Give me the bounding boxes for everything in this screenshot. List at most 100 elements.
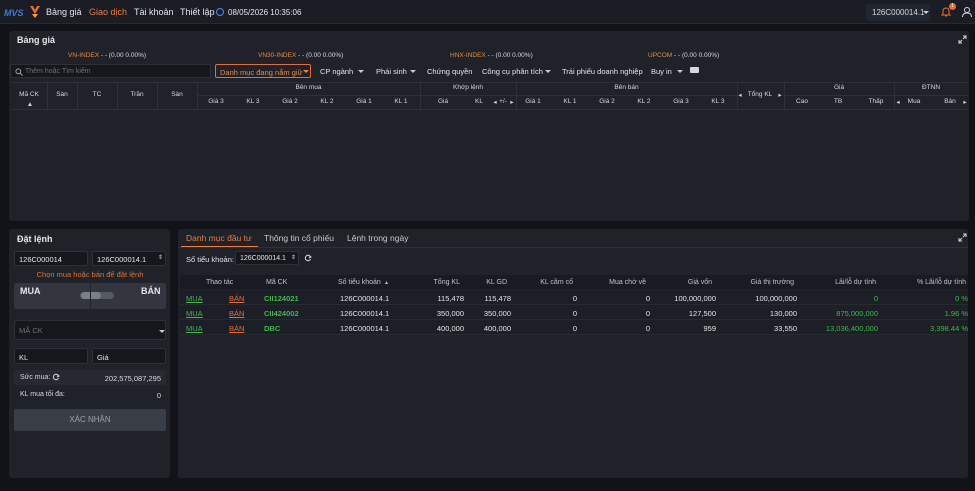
holdings-filter-label: Danh mục đang nắm giữ xyxy=(220,68,303,77)
row-market-price: 100,000,000 xyxy=(755,294,797,303)
row-pledged-qty: 0 xyxy=(572,324,577,333)
refresh-icon[interactable] xyxy=(52,373,60,381)
row-tradable-qty: 115,478 xyxy=(484,294,511,303)
quantity-placeholder: KL xyxy=(19,353,29,362)
clock-icon xyxy=(216,8,224,16)
col-kl-gd: KL GD xyxy=(486,279,507,286)
col-gia1-buy: Giá 1 xyxy=(356,98,372,105)
expand-icon[interactable] xyxy=(958,35,967,44)
notification-badge: 1 xyxy=(949,3,956,10)
filter-cp-nganh[interactable]: CP ngành xyxy=(320,67,353,76)
search-placeholder: Thêm hoặc Tìm kiếm xyxy=(25,68,91,75)
chevron-down-icon xyxy=(545,70,551,73)
row-buy-link[interactable]: MUA xyxy=(186,309,203,318)
arrow-left-icon[interactable]: ◂ xyxy=(737,91,743,99)
chevron-down-icon xyxy=(923,11,929,14)
tab-danh-muc[interactable]: Danh mục đầu tư xyxy=(186,233,252,243)
price-input[interactable]: Giá xyxy=(92,348,166,364)
sub-account-value: 126C000014.1 xyxy=(97,255,147,264)
arrow-left-icon[interactable]: ◂ xyxy=(895,98,901,106)
search-icon xyxy=(15,68,23,76)
col-tong-kl: Tổng KL xyxy=(433,279,460,286)
sell-label: BÁN xyxy=(141,286,161,296)
row-cost-price: 100,000,000 xyxy=(674,294,716,303)
row-total-qty: 400,000 xyxy=(436,324,464,333)
col-kl-match: KL xyxy=(475,98,483,105)
quantity-input[interactable]: KL xyxy=(14,348,88,364)
filter-buy-in[interactable]: Buy in xyxy=(651,67,672,76)
col-kl3-buy: KL 3 xyxy=(246,98,260,105)
account-selector[interactable]: 126C000014.1 xyxy=(866,4,930,21)
index-vn30: VN30-INDEX - - (0.00 0.00%) xyxy=(258,52,344,59)
col-lai-lo: Lãi/lỗ dự tính xyxy=(835,279,876,286)
row-pnl-pct: 0 % xyxy=(955,294,968,303)
filter-cong-cu-phan-tich[interactable]: Công cụ phân tích xyxy=(482,67,543,76)
max-qty-label: KL mua tối đa: xyxy=(20,391,65,398)
toggle-knob[interactable] xyxy=(81,292,101,299)
arrow-right-icon[interactable]: ▸ xyxy=(777,91,783,99)
filter-trai-phieu[interactable]: Trái phiếu doanh nghiệp xyxy=(562,67,643,76)
tab-lenh-trong-ngay[interactable]: Lệnh trong ngày xyxy=(347,233,408,243)
row-symbol[interactable]: DBC xyxy=(264,324,280,333)
row-pending-buy: 0 xyxy=(645,294,650,303)
row-buy-link[interactable]: MUA xyxy=(186,294,203,303)
row-pnl: 875,000,000 xyxy=(836,309,878,318)
buy-label: MUA xyxy=(20,286,41,296)
row-pledged-qty: 0 xyxy=(572,309,577,318)
col-so-tieu-khoan[interactable]: Số tiểu khoản xyxy=(338,279,381,286)
col-san: Sàn xyxy=(56,91,68,98)
up-down-arrows-icon: ⇕ xyxy=(291,255,297,261)
row-sell-link[interactable]: BÁN xyxy=(229,294,244,303)
holdings-filter-dropdown[interactable]: Danh mục đang nắm giữ xyxy=(215,64,311,78)
row-account: 126C000014.1 xyxy=(340,294,390,303)
symbol-input[interactable]: MÃ CK xyxy=(14,320,166,340)
chevron-down-icon xyxy=(159,330,165,333)
confirm-button[interactable]: XÁC NHẬN xyxy=(14,409,166,431)
row-sell-link[interactable]: BÁN xyxy=(229,324,244,333)
nav-giao-dich[interactable]: Giao dịch xyxy=(89,7,127,17)
row-symbol[interactable]: CII424002 xyxy=(264,309,299,318)
row-sell-link[interactable]: BÁN xyxy=(229,309,244,318)
col-mua-cho-ve: Mua chờ về xyxy=(609,279,646,286)
portfolio-sub-account-select[interactable]: 126C000014.1 ⇕ xyxy=(235,251,299,265)
expand-icon[interactable] xyxy=(958,233,967,242)
index-upcom: UPCOM - - (0.00 0.00%) xyxy=(648,52,720,59)
col-kl3-sell: KL 3 xyxy=(711,98,725,105)
arrow-right-icon[interactable]: ▸ xyxy=(509,98,515,106)
filter-chung-quyen[interactable]: Chứng quyền xyxy=(427,67,472,76)
order-hint: Chọn mua hoặc bán để đặt lệnh xyxy=(36,270,144,279)
col-gia-von: Giá vốn xyxy=(687,279,712,286)
app-logo[interactable]: MVS xyxy=(4,5,40,20)
row-total-qty: 350,000 xyxy=(436,309,464,318)
row-tradable-qty: 350,000 xyxy=(483,309,511,318)
index-vnindex: VN-INDEX - - (0.00 0.00%) xyxy=(68,52,147,59)
chevron-down-icon xyxy=(358,70,364,73)
sub-account-label: Số tiểu khoản: xyxy=(186,255,234,264)
filter-phai-sinh[interactable]: Phái sinh xyxy=(376,67,407,76)
user-icon[interactable] xyxy=(961,6,973,18)
tab-thong-tin-co-phieu[interactable]: Thông tin cổ phiếu xyxy=(264,233,334,243)
account-selector-value: 126C000014.1 xyxy=(872,8,925,17)
row-symbol[interactable]: CII124021 xyxy=(264,294,299,303)
symbol-search-input[interactable]: Thêm hoặc Tìm kiếm xyxy=(10,64,211,78)
row-cost-price: 127,500 xyxy=(688,309,716,318)
col-gia-match: Giá xyxy=(437,98,449,105)
row-buy-link[interactable]: MUA xyxy=(186,324,203,333)
col-kl1-buy: KL 1 xyxy=(394,98,408,105)
col-tran: Trần xyxy=(130,91,144,98)
col-ma-ck[interactable]: Mã CK xyxy=(14,91,44,98)
arrow-right-icon[interactable]: ▸ xyxy=(962,98,968,106)
video-camera-icon[interactable] xyxy=(690,67,699,73)
account-input[interactable]: 126C000014 xyxy=(14,251,88,266)
sub-account-select[interactable]: 126C000014.1 ⇕ xyxy=(92,251,166,266)
nav-thiet-lap[interactable]: Thiết lập xyxy=(180,7,215,17)
chevron-down-icon xyxy=(677,70,683,73)
portfolio-panel xyxy=(178,229,968,478)
nav-bang-gia[interactable]: Bảng giá xyxy=(46,7,82,17)
col-gia3-buy: Giá 3 xyxy=(208,98,224,105)
row-market-price: 33,550 xyxy=(774,324,797,333)
nav-tai-khoan[interactable]: Tài khoản xyxy=(134,7,174,17)
col-san2: Sàn xyxy=(171,91,183,98)
sort-up-icon: ▲ xyxy=(26,101,34,108)
refresh-icon[interactable] xyxy=(304,254,312,262)
